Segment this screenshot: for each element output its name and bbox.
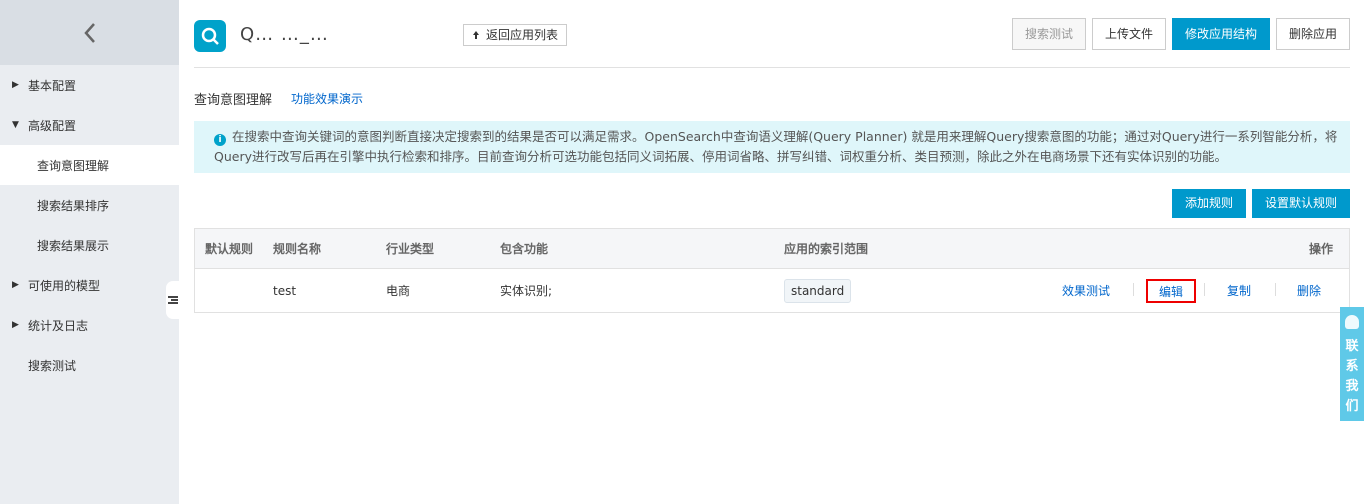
divider [1275,283,1276,296]
caret-down-icon: ▼ [12,120,19,130]
main-content: Q… …_… 返回应用列表 搜索测试 上传文件 修改应用结构 删除应用 查询意图… [179,0,1364,504]
caret-right-icon: ▶ [12,320,19,330]
divider [1204,283,1205,296]
sidebar-item-search-test[interactable]: 搜索测试 [0,345,179,385]
chevron-left-icon [83,22,95,43]
notice-text: 在搜索中查询关键词的意图判断直接决定搜索到的结果是否可以满足需求。OpenSea… [214,129,1338,164]
search-test-button[interactable]: 搜索测试 [1011,18,1086,50]
upload-file-button[interactable]: 上传文件 [1091,18,1166,50]
sidebar-item-models[interactable]: ▶ 可使用的模型 [0,265,179,305]
header-actions: 搜索测试 上传文件 修改应用结构 删除应用 [1011,18,1350,50]
index-scope-tag: standard [784,278,852,303]
header-features: 包含功能 [500,242,549,256]
sidebar-item-result-ranking[interactable]: 搜索结果排序 [0,185,179,225]
table-header: 默认规则 规则名称 行业类型 包含功能 应用的索引范围 操作 [195,229,1349,269]
delete-app-button[interactable]: 删除应用 [1275,18,1350,50]
header-default-rule: 默认规则 [205,242,254,256]
back-label: 返回应用列表 [486,28,559,42]
sidebar-item-label: 搜索结果排序 [37,198,110,213]
effect-test-link[interactable]: 效果测试 [1062,282,1110,299]
copy-link[interactable]: 复制 [1227,282,1251,299]
sidebar-toggle-tab[interactable] [166,281,180,319]
contact-us-tab[interactable]: 联 系 我 们 [1340,307,1364,421]
sidebar-item-result-display[interactable]: 搜索结果展示 [0,225,179,265]
info-icon: i [214,134,226,146]
sidebar-item-label: 高级配置 [28,118,77,133]
back-to-app-list-button[interactable]: 返回应用列表 [463,24,568,46]
chat-icon [1345,315,1359,329]
features-cell: 实体识别; [500,284,553,298]
app-logo [194,20,226,52]
table-row: test 电商 实体识别; standard 效果测试 编辑 复制 删除 [195,269,1349,312]
sidebar-item-label: 查询意图理解 [37,158,110,173]
contact-char: 系 [1345,359,1359,374]
edit-label: 编辑 [1158,284,1183,299]
divider [1133,283,1134,296]
caret-right-icon: ▶ [12,280,19,290]
contact-char: 们 [1345,399,1359,414]
demo-link[interactable]: 功能效果演示 [291,90,363,107]
rule-name-cell: test [273,283,297,298]
sidebar-item-label: 可使用的模型 [28,278,101,293]
sidebar-item-basic-config[interactable]: ▶ 基本配置 [0,65,179,105]
sidebar-item-label: 搜索结果展示 [37,238,110,253]
sidebar-item-query-intent[interactable]: 查询意图理解 [0,145,179,185]
header-rule-name: 规则名称 [273,242,322,256]
sidebar-item-stats-logs[interactable]: ▶ 统计及日志 [0,305,179,345]
page-title: 查询意图理解 [194,93,273,108]
arrow-up-icon [473,31,479,39]
menu-icon [168,296,178,304]
sidebar-item-label: 搜索测试 [28,358,77,373]
app-header: Q… …_… 返回应用列表 搜索测试 上传文件 修改应用结构 删除应用 [194,18,1350,68]
info-notice: i 在搜索中查询关键词的意图判断直接决定搜索到的结果是否可以满足需求。OpenSe… [194,121,1350,173]
modify-structure-button[interactable]: 修改应用结构 [1171,18,1270,50]
delete-link[interactable]: 删除 [1297,282,1321,299]
sidebar-item-label: 基本配置 [28,78,77,93]
sidebar-collapse-button[interactable] [0,0,179,65]
caret-right-icon: ▶ [12,80,19,90]
app-name: Q… …_… [240,24,329,45]
rules-table: 默认规则 规则名称 行业类型 包含功能 应用的索引范围 操作 test 电商 实… [194,228,1350,313]
contact-char: 联 [1345,339,1359,354]
industry-cell: 电商 [386,284,411,298]
rule-actions: 添加规则 设置默认规则 [1171,189,1350,218]
set-default-rule-button[interactable]: 设置默认规则 [1251,189,1350,218]
search-icon [201,27,219,45]
sidebar-item-label: 统计及日志 [28,318,89,333]
add-rule-button[interactable]: 添加规则 [1171,189,1246,218]
header-actions: 操作 [1308,242,1333,256]
sidebar-item-advanced-config[interactable]: ▼ 高级配置 [0,105,179,145]
sidebar: ▶ 基本配置 ▼ 高级配置 查询意图理解 搜索结果排序 搜索结果展示 ▶ 可使用… [0,0,179,504]
header-index-scope: 应用的索引范围 [784,242,869,256]
contact-char: 我 [1345,379,1359,394]
header-industry: 行业类型 [386,242,435,256]
edit-link[interactable]: 编辑 [1146,279,1196,303]
